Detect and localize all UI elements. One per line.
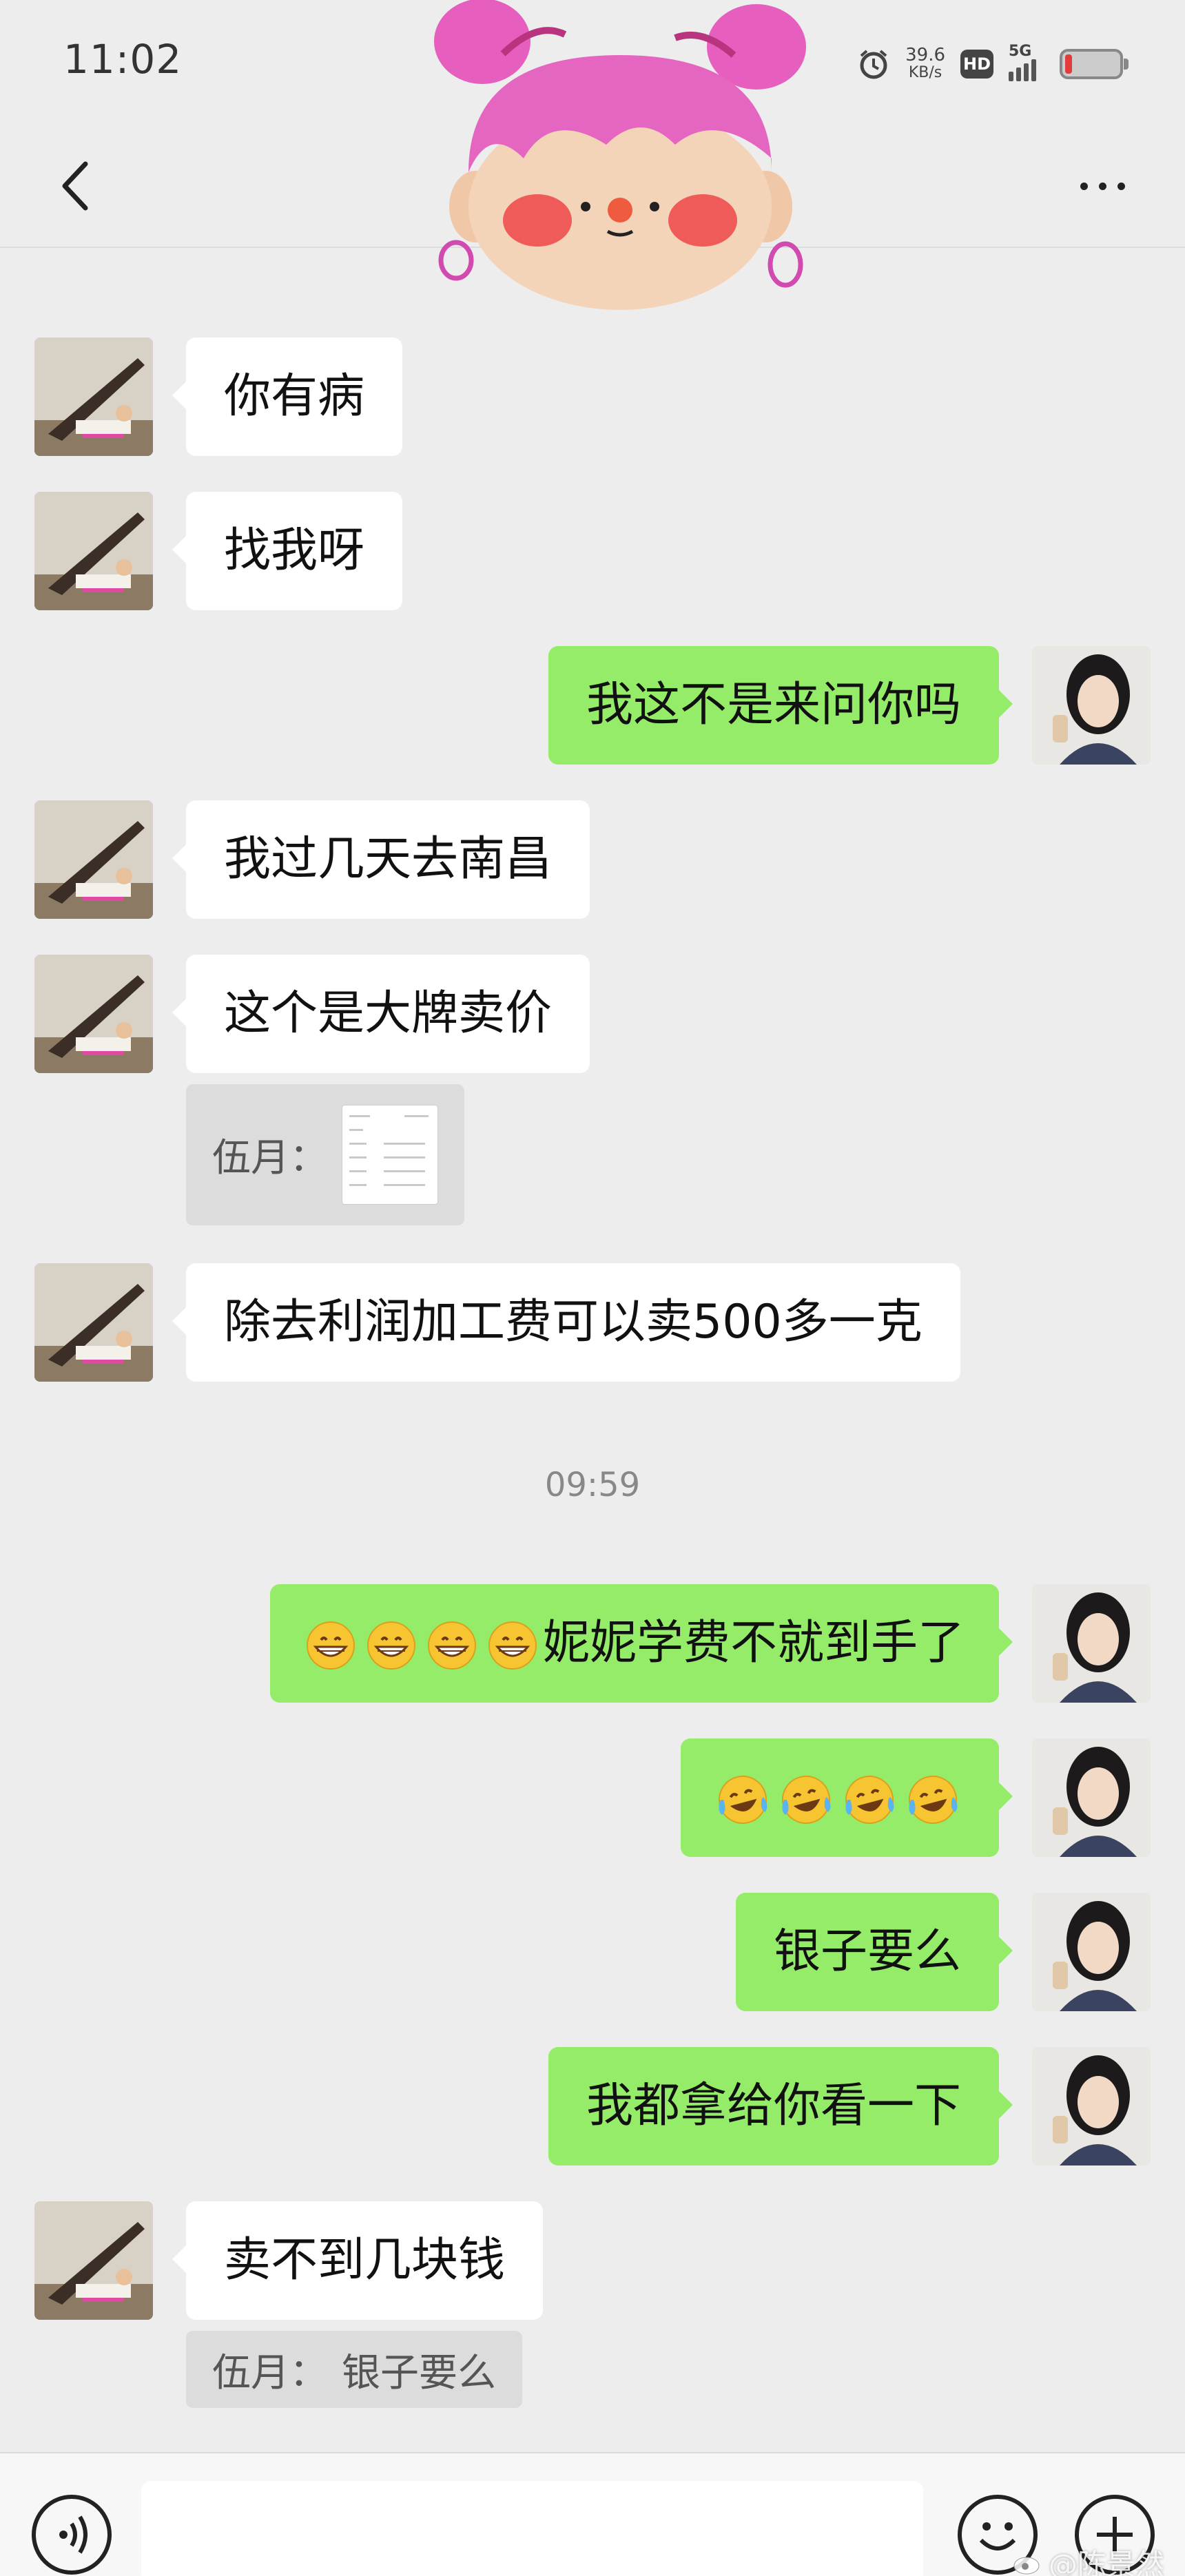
voice-button[interactable]	[32, 2495, 112, 2575]
cartoon-girl-sticker	[434, 0, 806, 310]
piano-avatar-image	[34, 337, 153, 456]
quoted-message[interactable]: 伍月： 银子要么	[186, 2331, 522, 2408]
more-dots-icon	[1080, 182, 1088, 190]
woman-avatar-image	[1032, 1893, 1151, 2011]
laugh-cry-emoji	[782, 1776, 831, 1825]
contact-avatar[interactable]	[34, 492, 153, 610]
back-button[interactable]	[41, 152, 110, 220]
woman-avatar-image	[1032, 1584, 1151, 1703]
grin-emoji	[488, 1621, 537, 1670]
message-bubble[interactable]: 我都拿给你看一下	[548, 2047, 1013, 2165]
user-avatar[interactable]	[1032, 1738, 1151, 1857]
grin-emoji	[427, 1621, 476, 1670]
quote-sender: 伍月：	[212, 2350, 328, 2396]
status-time: 11:02	[63, 36, 183, 83]
status-icons: 39.6 KB/s HD 5G	[857, 40, 1129, 88]
hd-badge: HD	[960, 50, 993, 79]
contact-avatar[interactable]	[34, 1263, 153, 1382]
network-speed-unit: KB/s	[908, 64, 942, 81]
weibo-watermark: @陈景然	[1013, 2542, 1164, 2576]
woman-avatar-image	[1032, 646, 1151, 765]
contact-avatar[interactable]	[34, 337, 153, 456]
message-bubble[interactable]: 除去利润加工费可以卖500多一克	[172, 1263, 960, 1382]
laugh-cry-emoji	[845, 1776, 894, 1825]
quote-sender: 伍月：	[212, 1136, 328, 1181]
quoted-image-thumbnail[interactable]	[342, 1105, 438, 1205]
piano-avatar-image	[34, 955, 153, 1073]
piano-avatar-image	[34, 1263, 153, 1382]
grin-emoji	[306, 1621, 355, 1670]
piano-avatar-image	[34, 2201, 153, 2320]
watermark-text: @陈景然	[1048, 2548, 1164, 2576]
message-bubble[interactable]: 这个是大牌卖价	[172, 955, 590, 1073]
message-bubble[interactable]: 我过几天去南昌	[172, 800, 590, 919]
voice-icon	[59, 2515, 87, 2554]
user-avatar[interactable]	[1032, 646, 1151, 765]
message-bubble[interactable]: 我这不是来问你吗	[548, 646, 1013, 765]
laugh-cry-emoji	[909, 1776, 958, 1825]
user-avatar[interactable]	[1032, 1584, 1151, 1703]
network-type-label: 5G	[1009, 43, 1032, 60]
time-divider: 09:59	[544, 1466, 641, 1504]
message-bubble[interactable]: 卖不到几块钱	[172, 2201, 544, 2320]
quote-text: 银子要么	[342, 2350, 496, 2396]
contact-avatar[interactable]	[34, 800, 153, 919]
network-speed-value: 39.6	[905, 45, 945, 65]
piano-avatar-image	[34, 800, 153, 919]
laugh-cry-emoji	[719, 1776, 767, 1825]
more-dot	[1117, 182, 1125, 190]
user-avatar[interactable]	[1032, 1893, 1151, 2011]
network-speed: 39.6 KB/s	[905, 46, 945, 82]
piano-avatar-image	[34, 492, 153, 610]
battery-icon	[1060, 49, 1129, 79]
message-bubble[interactable]: 妮妮学费不就到手了	[269, 1584, 1013, 1703]
chevron-left-icon	[62, 161, 88, 211]
message-bubble[interactable]: 你有病	[172, 337, 403, 456]
message-bubble[interactable]	[681, 1738, 1013, 1857]
contact-avatar[interactable]	[34, 2201, 153, 2320]
weibo-icon	[1013, 2557, 1040, 2574]
message-input[interactable]	[141, 2481, 923, 2576]
message-text: 妮妮学费不就到手了	[542, 1616, 965, 1670]
message-bubble[interactable]: 找我呀	[172, 492, 403, 610]
alarm-icon	[860, 50, 887, 79]
more-dot	[1098, 182, 1106, 190]
laugh-cry-emoji-group	[715, 1772, 960, 1827]
message-bubble[interactable]: 银子要么	[735, 1893, 1013, 2011]
contact-avatar[interactable]	[34, 955, 153, 1073]
more-button[interactable]	[1061, 152, 1144, 220]
quoted-message[interactable]: 伍月：	[186, 1084, 464, 1225]
grin-emoji-group	[305, 1619, 539, 1672]
signal-icon: 5G	[1009, 43, 1044, 81]
grin-emoji	[367, 1621, 415, 1670]
user-avatar[interactable]	[1032, 2047, 1151, 2165]
woman-avatar-image	[1032, 1738, 1151, 1857]
input-bar	[0, 2452, 1185, 2576]
woman-avatar-image	[1032, 2047, 1151, 2165]
